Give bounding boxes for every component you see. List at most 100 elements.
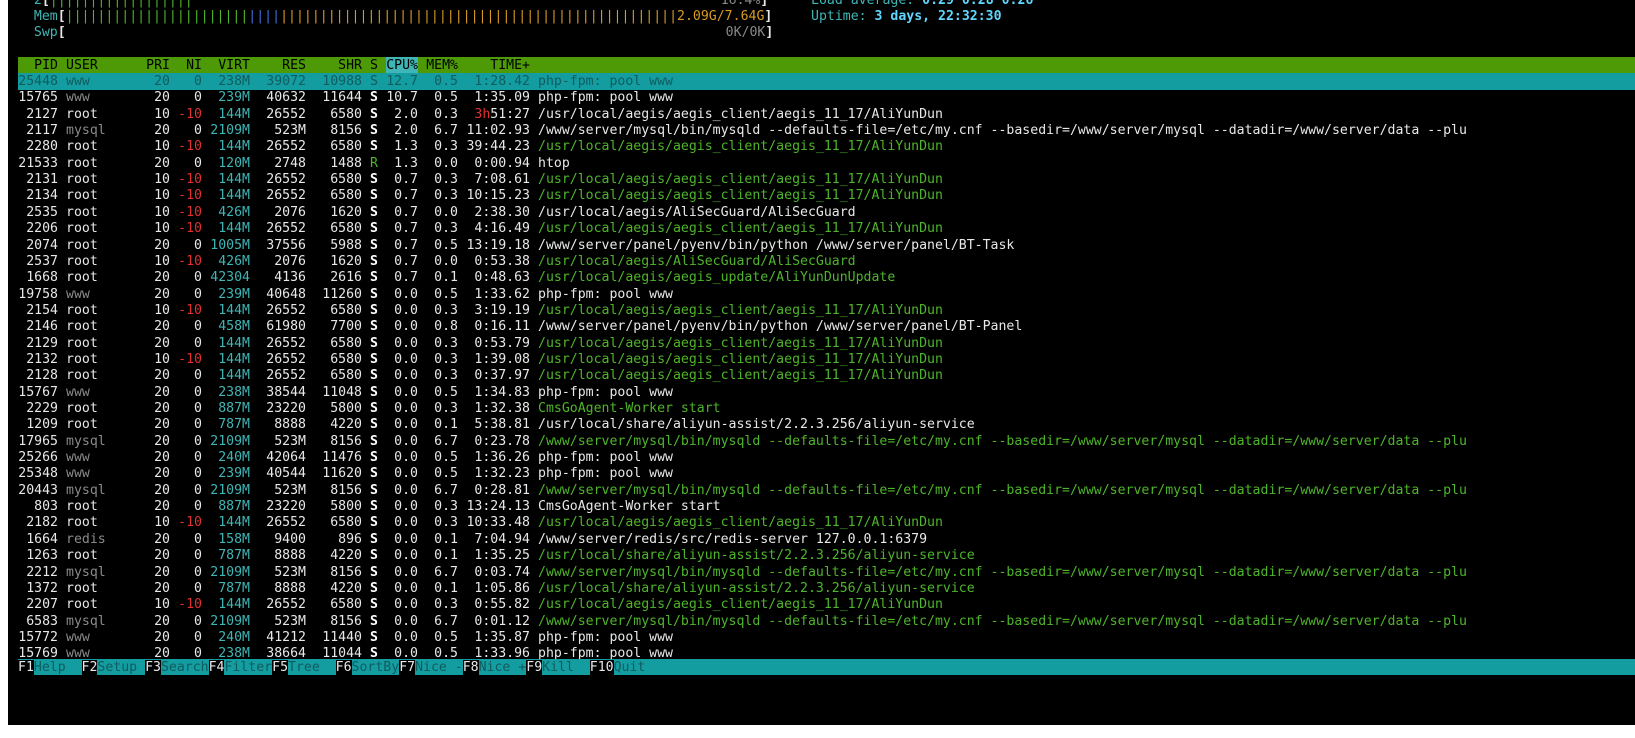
process-s: S [370, 482, 378, 498]
function-key-f3[interactable]: F3 [145, 660, 161, 675]
process-row[interactable]: 2207 root 10 -10 144M 26552 6580 S 0.0 0.3 0:55.82… [18, 596, 1635, 613]
process-row[interactable]: 2535 root 10 -10 426M 2076 1620 S 0.7 0.0 2:38.30 /… [18, 204, 1635, 221]
process-row[interactable]: 15765 www 20 0 239M 40632 11644 S 10.7 0.5 1:35.09… [18, 89, 1635, 106]
column-header-res: RES [282, 58, 306, 73]
function-key-label[interactable]: Help [34, 660, 82, 675]
process-s: S [370, 139, 378, 155]
process-row[interactable]: 2280 root 10 -10 144M 26552 6580 S 1.3 0.3 39:44.2… [18, 138, 1635, 155]
function-key-f1[interactable]: F1 [18, 660, 34, 675]
process-s: S [370, 548, 378, 564]
process-shr: 6580 [330, 368, 362, 384]
process-row[interactable]: 25348 www 20 0 239M 40544 11620 S 0.0 0.5 1:32.23 p… [18, 465, 1635, 482]
process-user: redis [66, 531, 106, 547]
process-row[interactable]: 1664 redis 20 0 158M 9400 896 S 0.0 0.1 7:04.94/ww… [18, 531, 1635, 548]
process-ni: 0 [194, 74, 202, 89]
process-row[interactable]: 15767 www 20 0 238M 38544 11048 S 0.0 0.5 1:34.83 p… [18, 384, 1635, 401]
process-ni: 0 [194, 368, 202, 384]
process-cpu: 0.0 [394, 548, 418, 564]
function-key-label[interactable]: Nice - [415, 660, 463, 675]
process-row[interactable]: 2206 root 10 -10 144M 26552 6580 S 0.7 0.3 4:16.49… [18, 220, 1635, 237]
process-row[interactable]: 2129 root 20 0 144M 26552 6580 S 0.0 0.3 0:53.79/u… [18, 335, 1635, 352]
process-ni: -10 [178, 106, 202, 122]
process-row[interactable]: 17965 mysql 20 0 2109M 523M 8156 S 0.0 6.7 0:23.78… [18, 433, 1635, 450]
process-row[interactable]: 2131 root 10 -10 144M 26552 6580 S 0.7 0.3 7:08.61… [18, 171, 1635, 188]
process-row[interactable]: 20443 mysql 20 0 2109M 523M 8156 S 0.0 6.7 0:28.81… [18, 482, 1635, 499]
process-virt: 120M [218, 155, 250, 171]
process-row[interactable]: 2154 root 10 -10 144M 26552 6580 S 0.0 0.3 3:19.19… [18, 302, 1635, 319]
process-pri: 20 [154, 531, 170, 547]
function-key-f2[interactable]: F2 [81, 660, 98, 675]
function-key-label[interactable]: Search [161, 660, 209, 675]
process-row[interactable]: 25448 www 20 0 238M 39072 10988 S 12.7 0.5 1:28.42… [18, 73, 1635, 90]
process-row[interactable]: 19758 www 20 0 239M 40648 11260 S 0.0 0.5 1:33.62 p… [18, 286, 1635, 303]
process-row[interactable]: 2212 mysql 20 0 2109M 523M 8156 S 0.0 6.7 0:03.74 /… [18, 564, 1635, 581]
function-key-label[interactable]: SortBy [352, 660, 400, 675]
process-pri: 20 [154, 629, 170, 645]
process-row[interactable]: 2146 root 20 0 458M 61980 7700 S 0.0 0.8 0:16.11/w… [18, 318, 1635, 335]
process-time: 0:23.78 [474, 433, 530, 449]
process-mem: 0.3 [434, 139, 458, 155]
function-key-f4[interactable]: F4 [208, 660, 225, 675]
function-key-f7[interactable]: F7 [399, 660, 416, 675]
function-key-label[interactable]: Filter [224, 660, 272, 675]
function-key-bar[interactable]: F1Help F2Setup F3SearchF4FilterF5Tree F6… [18, 659, 1635, 675]
process-user: root [66, 499, 98, 515]
process-table-header[interactable]: PID USER PRI NI VIRT RES SHR S CPU% MEM% TIME+ [18, 57, 1635, 74]
process-row[interactable]: 25266 www 20 0 240M 42064 11476 S 0.0 0.5 1:36.26 p… [18, 449, 1635, 466]
process-user: root [66, 335, 98, 351]
process-pid: 803 [34, 499, 58, 515]
process-cpu: 2.0 [394, 123, 418, 139]
process-row[interactable]: 803 root 20 0 887M 23220 5800 S 0.0 0.3 13:24.13 Cm… [18, 498, 1635, 515]
process-virt: 144M [218, 188, 250, 204]
column-header-shr: SHR [338, 58, 362, 73]
process-ni: 0 [194, 450, 202, 466]
function-key-f10[interactable]: F10 [589, 660, 614, 675]
process-pri: 10 [154, 188, 170, 204]
process-s: S [370, 351, 378, 367]
function-key-f6[interactable]: F6 [335, 660, 352, 675]
process-row[interactable]: 2134 root 10 -10 144M 26552 6580 S 0.7 0.3 10:15.2… [18, 187, 1635, 204]
process-row[interactable]: 15772 www 20 0 240M 41212 11440 S 0.0 0.5 1:35.87 p… [18, 629, 1635, 646]
process-row[interactable]: 2132 root 10 -10 144M 26552 6580 S 0.0 0.3 1:39.08… [18, 351, 1635, 368]
process-row[interactable]: 2128 root 20 0 144M 26552 6580 S 0.0 0.3 0:37.97/u… [18, 367, 1635, 384]
process-cmd: /usr/local/share/aliyun-assist/2.2.3.256… [538, 417, 975, 433]
process-row[interactable]: 1263 root 20 0 787M 8888 4220 S 0.0 0.1 1:35.25/us… [18, 547, 1635, 564]
process-cpu: 0.7 [394, 221, 418, 237]
process-s: S [370, 629, 378, 645]
function-key-label[interactable]: Kill [542, 660, 590, 675]
process-mem: 6.7 [434, 613, 458, 629]
process-row[interactable]: 2537 root 10 -10 426M 2076 1620 S 0.7 0.0 0:53.38 /… [18, 253, 1635, 270]
function-key-label[interactable]: Tree [288, 660, 336, 675]
process-row[interactable]: 2182 root 10 -10 144M 26552 6580 S 0.0 0.3 10:33.4… [18, 514, 1635, 531]
process-s: S [370, 580, 378, 596]
process-row[interactable]: 2127 root 10 -10 144M 26552 6580 S 2.0 0.3 3h51:27… [18, 106, 1635, 123]
process-pid: 2146 [26, 319, 58, 335]
process-time: 0:00.94 [474, 155, 530, 171]
column-header-user: USER [66, 58, 98, 73]
process-row[interactable]: 2117 mysql 20 0 2109M 523M 8156 S 2.0 6.7 11:02.93… [18, 122, 1635, 139]
process-mem: 0.3 [434, 368, 458, 384]
process-row[interactable]: 1668 root 20 0 42304 4136 2616 S 0.7 0.1 0:48.63/u… [18, 269, 1635, 286]
function-key-label[interactable]: Setup [97, 660, 145, 675]
process-cmd: /usr/local/aegis/aegis_client/aegis_11_1… [538, 368, 943, 384]
function-key-f8[interactable]: F8 [462, 660, 479, 675]
function-key-f9[interactable]: F9 [526, 660, 543, 675]
process-user: root [66, 351, 98, 367]
function-key-label[interactable]: Quit [614, 660, 646, 675]
process-row[interactable]: 1209 root 20 0 787M 8888 4220 S 0.0 0.1 5:38.81/us… [18, 416, 1635, 433]
process-s: S [370, 597, 378, 613]
process-mem: 0.0 [434, 155, 458, 171]
process-row[interactable]: 2229 root 20 0 887M 23220 5800 S 0.0 0.3 1:32.38 Cm… [18, 400, 1635, 417]
process-row[interactable]: 6583 mysql 20 0 2109M 523M 8156 S 0.0 6.7 0:01.12 /… [18, 613, 1635, 630]
process-row[interactable]: 2074 root 20 0 1005M 37556 5988 S 0.7 0.5 13:19.18… [18, 237, 1635, 254]
function-key-label[interactable]: Nice + [479, 660, 527, 675]
process-row[interactable]: 21533 root 20 0 120M 2748 1488 R 1.3 0.0 0:00.94 ht… [18, 155, 1635, 172]
process-time: 0:01.12 [474, 613, 530, 629]
process-res: 26552 [266, 172, 306, 188]
process-row[interactable]: 1372 root 20 0 787M 8888 4220 S 0.0 0.1 1:05.86/us… [18, 580, 1635, 597]
process-pid: 20443 [18, 482, 58, 498]
process-pid: 25266 [18, 450, 58, 466]
function-key-f5[interactable]: F5 [272, 660, 289, 675]
process-virt: 787M [218, 548, 250, 564]
process-shr: 8156 [330, 564, 362, 580]
